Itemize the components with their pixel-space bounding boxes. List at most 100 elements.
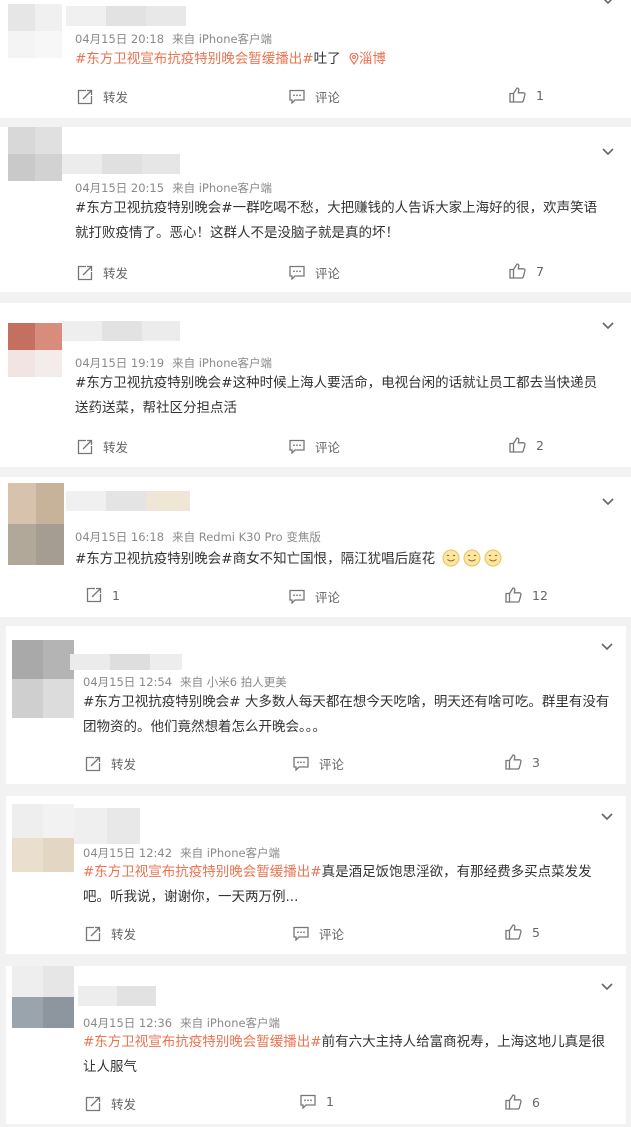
action-bar: 转发 1 6 — [6, 1094, 626, 1114]
post-meta: 04月15日 12:42 来自 iPhone客户端 — [83, 845, 280, 861]
post-time: 04月15日 12:36 — [83, 1016, 173, 1030]
like-button[interactable]: 5 — [505, 924, 540, 940]
hashtag-link[interactable]: #东方卫视抗疫特别晚会# — [83, 694, 241, 710]
username[interactable] — [62, 321, 180, 341]
like-button[interactable]: 3 — [505, 754, 540, 770]
post-source: 来自 iPhone客户端 — [172, 181, 273, 195]
like-button[interactable]: 12 — [505, 587, 548, 603]
repost-icon — [77, 265, 93, 280]
post-meta: 04月15日 20:15 来自 iPhone客户端 — [75, 180, 272, 196]
avatar[interactable] — [12, 640, 74, 718]
post-card: 04月15日 12:54 来自 小米6 拍人更美 #东方卫视抗疫特别晚会# 大多数… — [6, 626, 626, 784]
like-icon — [509, 87, 526, 103]
username[interactable] — [70, 654, 182, 670]
comment-label: 评论 — [315, 266, 341, 281]
repost-button[interactable]: 转发 — [77, 263, 128, 282]
post-source: 来自 iPhone客户端 — [172, 32, 273, 46]
like-button[interactable]: 7 — [509, 263, 544, 279]
action-bar: 转发 评论 2 — [0, 437, 631, 457]
like-icon — [505, 924, 522, 940]
post-body-line2: 就打败疫情了。恶心！这群人不是没脑子就是真的坏！ — [75, 225, 399, 241]
post-card: 04月15日 12:36 来自 iPhone客户端 #东方卫视宣布抗疫特别晚会暂缓… — [6, 966, 626, 1124]
comment-icon — [289, 89, 305, 104]
location-label: 淄博 — [358, 51, 386, 67]
avatar[interactable] — [12, 966, 74, 1028]
repost-button[interactable]: 1 — [86, 587, 120, 603]
repost-icon — [85, 756, 101, 771]
username[interactable] — [62, 154, 180, 174]
repost-button[interactable]: 转发 — [85, 754, 136, 773]
comment-button[interactable]: 评论 — [289, 87, 340, 106]
repost-button[interactable]: 转发 — [77, 437, 128, 456]
like-icon — [509, 437, 526, 453]
hashtag-link[interactable]: #东方卫视抗疫特别晚会# — [75, 200, 233, 216]
username[interactable] — [78, 986, 156, 1006]
post-source: 来自 iPhone客户端 — [172, 356, 273, 370]
post-text: #东方卫视宣布抗疫特别晚会暂缓播出#真是酒足饭饱思淫欲，有那经费多买点菜发发 吧… — [83, 860, 618, 910]
post-text: #东方卫视抗疫特别晚会#商女不知亡国恨，隔江犹唱后庭花 — [75, 547, 620, 572]
like-button[interactable]: 1 — [509, 87, 544, 103]
comment-button[interactable]: 1 — [300, 1094, 334, 1109]
chevron-down-icon[interactable] — [601, 147, 615, 157]
repost-label: 转发 — [103, 266, 129, 281]
hashtag-link[interactable]: #东方卫视宣布抗疫特别晚会暂缓播出# — [83, 1034, 322, 1050]
post-text: #东方卫视抗疫特别晚会# 大多数人每天都在想今天吃啥，明天还有啥可吃。群里有没有… — [83, 690, 618, 740]
repost-button[interactable]: 转发 — [85, 1094, 136, 1113]
post-body: 一群吃喝不愁，大把赚钱的人告诉大家上海好的很，欢声笑语 — [232, 200, 598, 216]
avatar[interactable] — [8, 127, 62, 181]
repost-button[interactable]: 转发 — [77, 87, 128, 106]
chevron-down-icon[interactable] — [601, 497, 615, 507]
post-meta: 04月15日 16:18 来自 Redmi K30 Pro 变焦版 — [75, 529, 321, 545]
comment-icon — [293, 926, 309, 941]
username[interactable] — [66, 491, 190, 511]
hashtag-link[interactable]: #东方卫视宣布抗疫特别晚会暂缓播出# — [83, 864, 322, 880]
chevron-down-icon[interactable] — [601, 0, 615, 6]
chevron-down-icon[interactable] — [601, 321, 615, 331]
post-body: 这种时候上海人要活命，电视台闲的话就让员工都去当快递员 — [232, 375, 598, 391]
post-source: 来自 iPhone客户端 — [180, 1016, 281, 1030]
username[interactable] — [74, 808, 140, 844]
like-count: 3 — [532, 754, 540, 770]
repost-icon — [85, 1096, 101, 1111]
post-card: 04月15日 20:15 来自 iPhone客户端 #东方卫视抗疫特别晚会#一群吃… — [0, 127, 631, 292]
repost-icon — [77, 439, 93, 454]
repost-label: 转发 — [111, 927, 137, 942]
like-count: 12 — [532, 587, 548, 603]
like-button[interactable]: 2 — [509, 437, 544, 453]
username[interactable] — [66, 6, 186, 26]
action-bar: 转发 评论 5 — [6, 924, 626, 944]
chevron-down-icon[interactable] — [600, 982, 614, 992]
like-button[interactable]: 6 — [505, 1094, 540, 1110]
comment-label: 评论 — [315, 440, 341, 455]
avatar[interactable] — [12, 804, 74, 872]
comment-label: 评论 — [319, 927, 345, 942]
comment-button[interactable]: 评论 — [293, 754, 344, 773]
post-body: 大多数人每天都在想今天吃啥，明天还有啥可吃。群里有没有 — [240, 694, 610, 710]
comment-button[interactable]: 评论 — [289, 437, 340, 456]
comment-icon — [300, 1094, 316, 1109]
repost-icon — [77, 89, 93, 104]
avatar[interactable] — [8, 4, 62, 58]
avatar[interactable] — [8, 323, 62, 377]
post-time: 04月15日 12:42 — [83, 846, 173, 860]
repost-label: 转发 — [111, 757, 137, 772]
hashtag-link[interactable]: #东方卫视抗疫特别晚会# — [75, 375, 233, 391]
avatar[interactable] — [8, 483, 64, 565]
comment-button[interactable]: 评论 — [289, 587, 340, 606]
action-bar: 转发 评论 3 — [6, 754, 626, 774]
post-time: 04月15日 16:18 — [75, 530, 165, 544]
post-body-line2: 团物资的。他们竟然想着怎么开晚会。。。 — [83, 719, 326, 735]
post-text: #东方卫视宣布抗疫特别晚会暂缓播出#前有六大主持人给富商祝寿，上海这地儿真是很 … — [83, 1030, 618, 1080]
post-time: 04月15日 20:18 — [75, 32, 165, 46]
location-link[interactable]: 淄博 — [349, 51, 386, 67]
hashtag-link[interactable]: #东方卫视宣布抗疫特别晚会暂缓播出# — [75, 51, 314, 67]
like-icon — [505, 1094, 522, 1110]
hashtag-link[interactable]: #东方卫视抗疫特别晚会# — [75, 551, 233, 567]
chevron-down-icon[interactable] — [600, 642, 614, 652]
comment-button[interactable]: 评论 — [293, 924, 344, 943]
repost-count: 1 — [112, 587, 120, 603]
chevron-down-icon[interactable] — [600, 812, 614, 822]
comment-button[interactable]: 评论 — [289, 263, 340, 282]
repost-button[interactable]: 转发 — [85, 924, 136, 943]
like-count: 5 — [532, 924, 540, 940]
